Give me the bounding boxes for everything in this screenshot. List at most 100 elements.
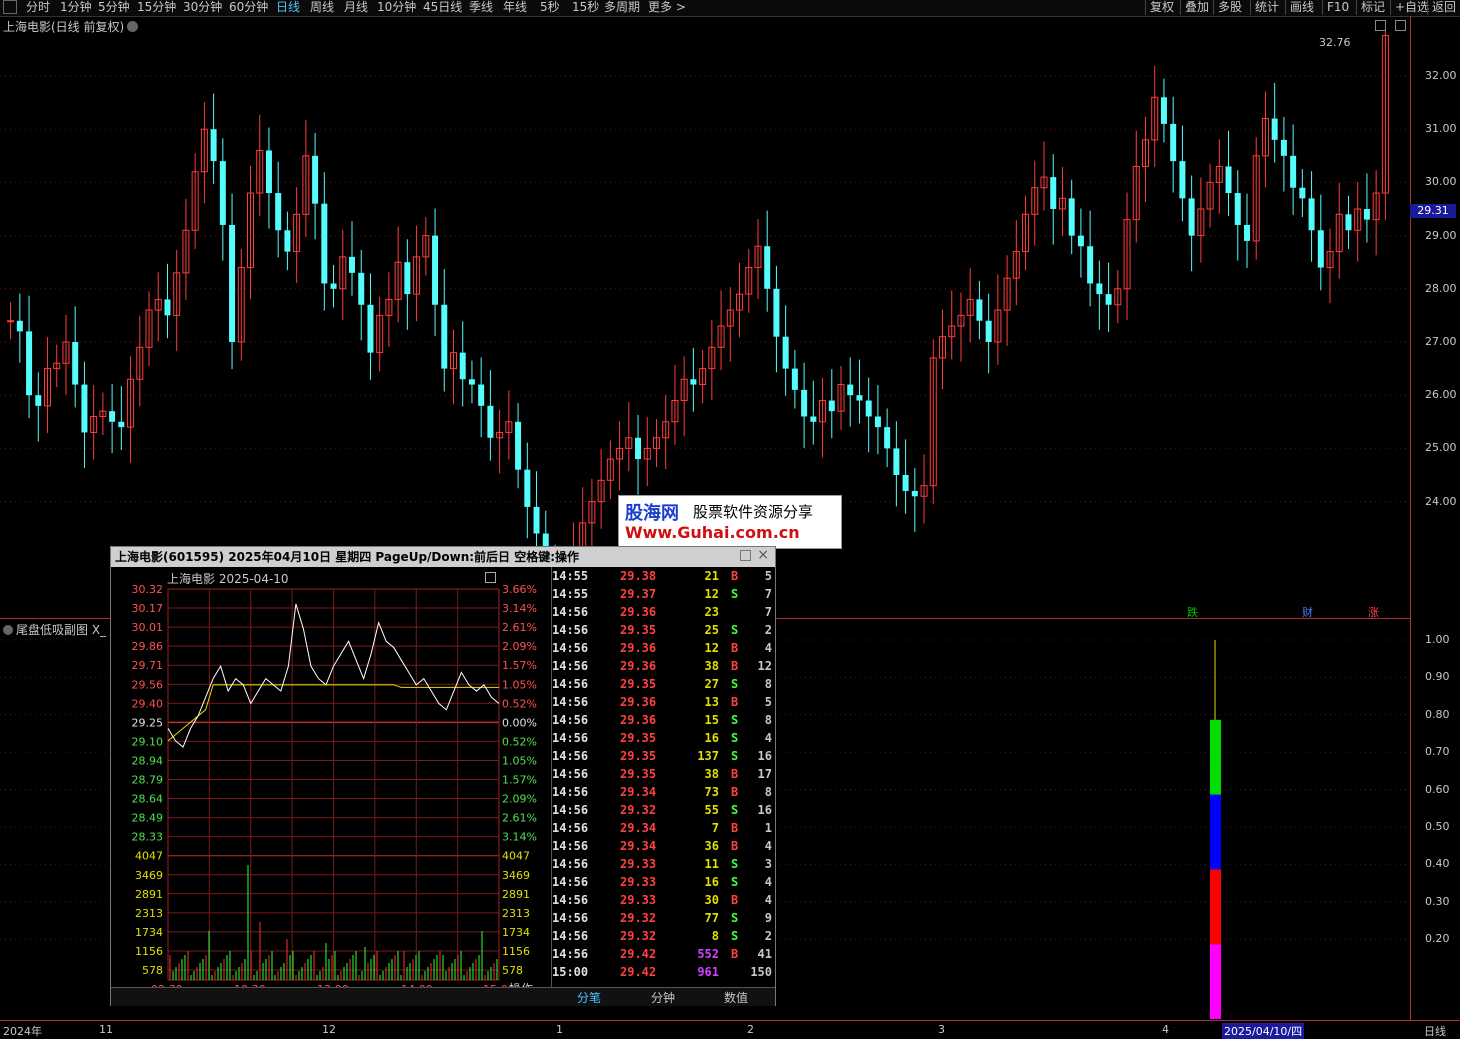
- settings-icon[interactable]: [1375, 20, 1386, 31]
- tick-count: 8: [764, 677, 772, 691]
- period-tab-4[interactable]: 30分钟: [183, 0, 222, 15]
- candle-body: [81, 384, 88, 433]
- toolbar-button-2[interactable]: 多股: [1213, 0, 1246, 15]
- candle-body: [1050, 177, 1057, 209]
- intraday-pct-tick: 3.66%: [502, 583, 537, 596]
- tick-price: 29.33: [620, 875, 657, 889]
- maximize-icon[interactable]: [1395, 20, 1406, 31]
- tick-side: S: [731, 857, 739, 871]
- tick-count: 8: [764, 713, 772, 727]
- period-tab-1[interactable]: 1分钟: [60, 0, 92, 15]
- tick-side: S: [731, 731, 739, 745]
- volume-tick-right: 3469: [502, 869, 530, 882]
- tick-row: 14:56 29.32 8 S 2: [552, 929, 774, 947]
- tick-time: 14:56: [552, 749, 589, 763]
- intraday-price-tick: 28.79: [132, 774, 164, 787]
- price-tick: 30.00: [1425, 175, 1457, 189]
- intraday-pct-tick: 0.52%: [502, 735, 537, 748]
- candle-body: [1290, 155, 1297, 188]
- event-marker[interactable]: 跌: [1187, 604, 1198, 620]
- popup-tab-1[interactable]: 分钟: [651, 989, 675, 1006]
- tick-time: 14:55: [552, 569, 589, 583]
- tick-price: 29.38: [620, 569, 657, 583]
- tick-time: 14:56: [552, 947, 589, 961]
- intraday-pct-tick: 0.00%: [502, 716, 537, 729]
- price-tick: 27.00: [1425, 335, 1457, 348]
- signal-bar-segment: [1210, 794, 1221, 870]
- period-label[interactable]: 日线: [1424, 1023, 1446, 1039]
- candle-body: [478, 384, 485, 406]
- tick-volume: 30: [704, 893, 719, 907]
- tick-side: S: [731, 875, 739, 889]
- period-tab-7[interactable]: 周线: [310, 0, 334, 15]
- tick-price: 29.34: [620, 785, 657, 799]
- candle-body: [109, 411, 116, 422]
- candle-body: [1317, 230, 1324, 268]
- intraday-price-tick: 29.71: [132, 659, 164, 672]
- intraday-price-tick: 30.17: [132, 602, 164, 615]
- tick-row: 15:00 29.42 961 150: [552, 965, 774, 983]
- period-tab-2[interactable]: 5分钟: [98, 0, 130, 15]
- candle-body: [1271, 118, 1278, 140]
- minimize-icon[interactable]: [740, 550, 751, 561]
- toolbar-button-8[interactable]: 返回: [1427, 0, 1460, 15]
- tick-row: 14:56 29.33 11 S 3: [552, 857, 774, 875]
- tick-row: 14:56 29.33 16 S 4: [552, 875, 774, 893]
- intraday-pct-tick: 3.14%: [502, 831, 537, 844]
- tick-count: 1: [764, 821, 772, 835]
- period-tab-3[interactable]: 15分钟: [137, 0, 176, 15]
- period-tab-5[interactable]: 60分钟: [229, 0, 268, 15]
- tick-volume: 13: [704, 695, 719, 709]
- candle-body: [690, 379, 697, 385]
- menu-icon[interactable]: [3, 0, 17, 14]
- tick-volume: 23: [704, 605, 719, 619]
- period-tab-6[interactable]: 日线: [276, 0, 300, 15]
- event-marker[interactable]: 涨: [1368, 604, 1379, 620]
- period-tab-15[interactable]: 多周期: [604, 0, 640, 15]
- candle-body: [432, 235, 439, 305]
- candle-body: [1096, 283, 1103, 295]
- candle-body: [321, 203, 328, 284]
- candle-body: [118, 421, 125, 428]
- tick-row: 14:56 29.33 30 B 4: [552, 893, 774, 911]
- tick-row: 14:55 29.37 12 S 7: [552, 587, 774, 605]
- date-tick: 2024年: [3, 1025, 42, 1038]
- watermark-slogan: 股票软件资源分享: [693, 503, 814, 521]
- period-tab-9[interactable]: 10分钟: [377, 0, 416, 15]
- candle-body: [1280, 139, 1287, 156]
- intraday-pct-tick: 1.05%: [502, 678, 537, 691]
- tick-count: 5: [764, 695, 772, 709]
- event-marker[interactable]: 财: [1302, 604, 1313, 620]
- tick-side: B: [731, 767, 739, 781]
- period-tab-16[interactable]: 更多 >: [648, 0, 686, 15]
- tick-detail-popup[interactable]: 上海电影(601595) 2025年04月10日 星期四 PageUp/Down…: [110, 546, 776, 1006]
- tick-price: 29.34: [620, 839, 657, 853]
- toolbar-button-1[interactable]: 叠加: [1180, 0, 1213, 15]
- close-icon[interactable]: ×: [757, 547, 769, 563]
- toolbar-button-3[interactable]: 统计: [1250, 0, 1283, 15]
- toolbar-button-5[interactable]: F10: [1322, 0, 1353, 15]
- period-tab-8[interactable]: 月线: [344, 0, 368, 15]
- intraday-price-tick: 29.56: [132, 678, 164, 691]
- candle-body: [1077, 235, 1084, 247]
- candle-body: [893, 448, 900, 475]
- volume-tick-right: 4047: [502, 850, 530, 863]
- toolbar-button-6[interactable]: 标记: [1356, 0, 1389, 15]
- popup-tab-0[interactable]: 分笔: [577, 989, 601, 1006]
- popup-tab-2[interactable]: 数值: [724, 989, 748, 1006]
- period-tab-11[interactable]: 季线: [469, 0, 493, 15]
- tick-volume: 27: [704, 677, 719, 691]
- candle-body: [164, 299, 171, 316]
- candle-body: [1234, 193, 1241, 225]
- period-tab-0[interactable]: 分时: [26, 0, 50, 15]
- period-tab-10[interactable]: 45日线: [423, 0, 462, 15]
- candle-body: [26, 331, 33, 396]
- period-tab-12[interactable]: 年线: [503, 0, 527, 15]
- toolbar-button-0[interactable]: 复权: [1145, 0, 1178, 15]
- popup-title[interactable]: 上海电影(601595) 2025年04月10日 星期四 PageUp/Down…: [111, 547, 775, 567]
- volume-tick: 1156: [135, 945, 163, 958]
- sub-axis-tick: 0.60: [1425, 782, 1450, 796]
- toolbar-button-4[interactable]: 画线: [1285, 0, 1318, 15]
- period-tab-13[interactable]: 5秒: [540, 0, 560, 15]
- period-tab-14[interactable]: 15秒: [572, 0, 599, 15]
